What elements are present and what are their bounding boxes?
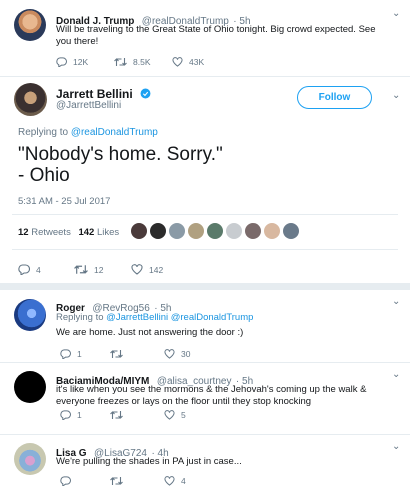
reply-count: 4 (36, 264, 41, 275)
reply-text: We are home. Just not answering the door… (56, 327, 244, 338)
retweet-button[interactable] (110, 476, 164, 486)
reply-icon (60, 476, 71, 486)
reply-avatar[interactable] (14, 371, 46, 403)
liker-avatar[interactable] (264, 223, 280, 239)
main-tweet: Jarrett Bellini @JarrettBellini Follow ⌄… (0, 77, 410, 283)
reply-button[interactable]: 4 (18, 264, 74, 275)
liker-avatar[interactable] (283, 223, 299, 239)
quoted-like-count: 43K (189, 57, 205, 67)
reply-tweet[interactable]: Lisa G @LisaG724 · 4h ⌄ We're pulling th… (0, 435, 410, 495)
tweet-timestamp[interactable]: 5:31 AM - 25 Jul 2017 (18, 196, 110, 207)
reply-avatar[interactable] (14, 299, 46, 331)
like-count: 5 (181, 410, 186, 420)
author-avatar[interactable] (14, 83, 47, 116)
retweet-icon (110, 350, 123, 358)
heart-icon (164, 476, 175, 486)
retweets-stat-count: 12 (18, 227, 29, 238)
quoted-reply-count: 12K (73, 57, 89, 67)
reply-replying-link[interactable]: @JarrettBellini @realDonaldTrump (106, 312, 253, 323)
heart-icon (164, 349, 175, 359)
replying-to-link[interactable]: @realDonaldTrump (71, 127, 158, 138)
liker-avatar[interactable] (150, 223, 166, 239)
tweet-text-line1: "Nobody's home. Sorry." (18, 144, 223, 165)
reply-avatar[interactable] (14, 443, 46, 475)
retweet-icon (74, 265, 88, 274)
liker-avatars (131, 223, 302, 239)
author-name[interactable]: Jarrett Bellini (56, 87, 133, 101)
retweet-icon (110, 477, 123, 485)
chevron-down-icon[interactable]: ⌄ (392, 8, 400, 19)
reply-tweet[interactable]: BaciamiModa/MIYM @alisa_courtney · 5h ⌄ … (0, 363, 410, 433)
liker-avatar[interactable] (131, 223, 147, 239)
like-count: 30 (181, 349, 191, 359)
replying-to-label: Replying to (18, 127, 69, 138)
reply-button[interactable] (60, 476, 110, 486)
chevron-down-icon[interactable]: ⌄ (392, 441, 400, 452)
trump-avatar[interactable] (14, 9, 46, 41)
reply-icon (56, 57, 67, 67)
heart-icon (164, 410, 175, 420)
retweet-icon (114, 58, 127, 66)
reply-button[interactable]: 1 (60, 410, 110, 420)
reply-count: 1 (77, 410, 82, 420)
retweet-button[interactable] (110, 349, 164, 359)
chevron-down-icon[interactable]: ⌄ (392, 90, 400, 101)
reply-button[interactable]: 1 (60, 349, 110, 359)
like-button[interactable]: 4 (164, 476, 186, 486)
reply-tweet[interactable]: Roger @RevRog56 · 5h ⌄ Replying to @Jarr… (0, 290, 410, 362)
like-button[interactable]: 30 (164, 349, 190, 359)
author-handle[interactable]: @JarrettBellini (56, 100, 121, 111)
verified-badge-icon (140, 88, 151, 99)
reply-count: 1 (77, 349, 82, 359)
retweets-stat[interactable]: 12 Retweets (18, 227, 73, 238)
reply-icon (60, 410, 71, 420)
likes-stat-count: 142 (78, 227, 95, 238)
reply-icon (60, 349, 71, 359)
follow-button[interactable]: Follow (297, 86, 372, 109)
quoted-like-button[interactable]: 43K (172, 57, 204, 67)
liker-avatar[interactable] (226, 223, 242, 239)
like-button[interactable]: 142 (131, 264, 163, 275)
like-count: 4 (181, 476, 186, 486)
reply-icon (18, 264, 30, 275)
replies-list: Roger @RevRog56 · 5h ⌄ Replying to @Jarr… (0, 290, 410, 495)
quoted-retweet-button[interactable]: 8.5K (114, 57, 172, 67)
reply-text: We're pulling the shades in PA just in c… (56, 456, 242, 467)
quoted-reply-button[interactable]: 12K (56, 57, 114, 67)
reply-replying-label: Replying to (56, 312, 104, 323)
liker-avatar[interactable] (169, 223, 185, 239)
retweet-icon (110, 411, 123, 419)
like-button[interactable]: 5 (164, 410, 186, 420)
tweet-text-line2: - Ohio (18, 165, 70, 186)
retweets-stat-label: Retweets (31, 227, 71, 238)
chevron-down-icon[interactable]: ⌄ (392, 296, 400, 307)
reply-text: it's like when you see the mormons & the… (56, 384, 367, 407)
liker-avatar[interactable] (207, 223, 223, 239)
chevron-down-icon[interactable]: ⌄ (392, 369, 400, 380)
likes-stat[interactable]: 142 Likes (78, 227, 119, 238)
likes-stat-label: Likes (96, 227, 120, 238)
retweet-count: 12 (94, 264, 104, 275)
liker-avatar[interactable] (188, 223, 204, 239)
retweet-button[interactable]: 12 (74, 264, 131, 275)
liker-avatar[interactable] (245, 223, 261, 239)
heart-icon (131, 264, 143, 275)
quoted-text: Will be traveling to the Great State of … (56, 24, 376, 47)
quoted-tweet[interactable]: Donald J. Trump @realDonaldTrump · 5h ⌄ … (0, 0, 410, 77)
heart-icon (172, 57, 183, 67)
like-count: 142 (149, 264, 164, 275)
quoted-retweet-count: 8.5K (133, 57, 151, 67)
retweet-button[interactable] (110, 410, 164, 420)
